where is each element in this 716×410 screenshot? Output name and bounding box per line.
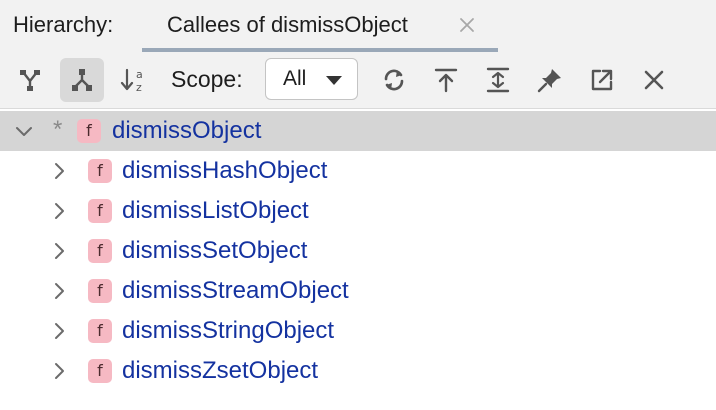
tree-row[interactable]: f dismissZsetObject (0, 351, 716, 391)
chevron-down-icon[interactable] (14, 121, 34, 141)
caller-hierarchy-button[interactable] (8, 58, 52, 102)
scope-value: All (283, 67, 307, 90)
function-name: dismissHashObject (122, 157, 328, 184)
tree-row[interactable]: f dismissStreamObject (0, 271, 716, 311)
scope-label: Scope: (171, 66, 243, 92)
pin-button[interactable] (528, 58, 572, 102)
refresh-button[interactable] (372, 58, 416, 102)
tree-row[interactable]: f dismissSetObject (0, 231, 716, 271)
refresh-icon (380, 66, 408, 94)
close-panel-button[interactable] (632, 58, 676, 102)
function-icon: f (88, 319, 112, 343)
caller-hierarchy-icon (17, 67, 43, 93)
export-icon (432, 66, 460, 94)
tab-callees[interactable]: Callees of dismissObject (142, 0, 498, 52)
tree-root-row[interactable]: * f dismissObject (0, 111, 716, 151)
scope-select[interactable]: All (265, 58, 358, 100)
svg-text:a: a (136, 68, 143, 81)
callee-hierarchy-icon (69, 67, 95, 93)
close-icon[interactable] (456, 14, 478, 36)
root-marker: * (53, 116, 63, 143)
chevron-down-icon (324, 74, 344, 92)
tab-title: Callees of dismissObject (167, 12, 408, 37)
open-in-new-icon (588, 66, 616, 94)
callee-hierarchy-button[interactable] (60, 58, 104, 102)
expand-all-button[interactable] (476, 58, 520, 102)
close-icon (641, 67, 667, 93)
tree-row[interactable]: f dismissHashObject (0, 151, 716, 191)
function-name: dismissSetObject (122, 237, 308, 264)
function-icon: f (88, 159, 112, 183)
function-name: dismissZsetObject (122, 357, 319, 384)
sort-alphabetically-button[interactable]: a z (112, 58, 156, 102)
function-name: dismissListObject (122, 197, 309, 224)
hierarchy-header: Hierarchy: Callees of dismissObject (0, 0, 716, 52)
sort-alphabetically-icon: a z (119, 65, 149, 95)
tree-row[interactable]: f dismissListObject (0, 191, 716, 231)
chevron-right-icon[interactable] (49, 321, 69, 341)
function-icon: f (77, 119, 101, 143)
chevron-right-icon[interactable] (49, 201, 69, 221)
svg-text:z: z (136, 81, 142, 94)
chevron-right-icon[interactable] (49, 241, 69, 261)
chevron-right-icon[interactable] (49, 361, 69, 381)
function-icon: f (88, 359, 112, 383)
function-name: dismissStringObject (122, 317, 335, 344)
pin-icon (536, 66, 564, 94)
export-button[interactable] (424, 58, 468, 102)
tree-row[interactable]: f dismissStringObject (0, 311, 716, 351)
function-icon: f (88, 239, 112, 263)
hierarchy-label: Hierarchy: (13, 12, 114, 37)
open-in-new-button[interactable] (580, 58, 624, 102)
function-icon: f (88, 279, 112, 303)
chevron-right-icon[interactable] (49, 161, 69, 181)
toolbar: a z Scope: All (0, 52, 716, 109)
chevron-right-icon[interactable] (49, 281, 69, 301)
function-name: dismissStreamObject (122, 277, 349, 304)
function-icon: f (88, 199, 112, 223)
expand-all-icon (484, 66, 512, 94)
call-hierarchy-tree: * f dismissObject f dismissHashObject f … (0, 109, 716, 410)
function-name: dismissObject (112, 117, 262, 144)
